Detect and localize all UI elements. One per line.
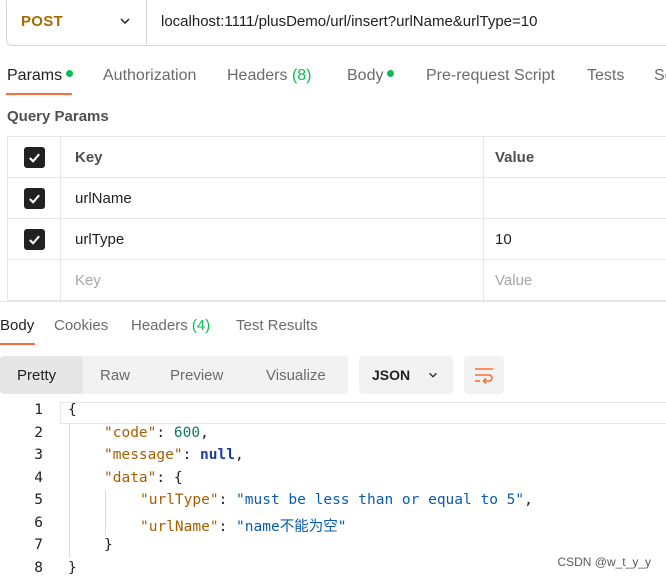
tab-authorization[interactable]: Authorization <box>103 67 196 85</box>
new-value-input[interactable]: Value <box>484 260 666 300</box>
wrap-lines-icon <box>475 368 493 384</box>
panel-divider[interactable] <box>0 301 666 302</box>
code-line: 2 "code": 600, <box>0 423 666 446</box>
check-icon <box>28 153 40 163</box>
response-body-code[interactable]: 1{ 2 "code": 600, 3 "message": null, 4 "dat… <box>0 400 666 578</box>
view-mode-toolbar: Pretty Raw Preview Visualize <box>0 356 348 394</box>
select-all-cell <box>7 137 61 177</box>
watermark: CSDN @w_t_y_y <box>557 555 651 569</box>
view-pretty-button[interactable]: Pretty <box>0 356 83 394</box>
tab-body-label: Body <box>347 67 384 84</box>
table-row: urlName <box>7 178 666 219</box>
select-all-checkbox[interactable] <box>23 146 45 168</box>
line-number: 5 <box>34 492 43 508</box>
row-check-cell <box>7 219 61 259</box>
table-row-new: Key Value <box>7 260 666 301</box>
view-preview-button[interactable]: Preview <box>170 356 223 394</box>
code-line: 1{ <box>0 400 666 423</box>
tab-params-label: Params <box>7 67 63 84</box>
response-tab-cookies[interactable]: Cookies <box>54 317 108 334</box>
param-key-cell[interactable]: urlType <box>61 219 484 259</box>
column-header-value: Value <box>495 148 535 166</box>
headers-count: (8) <box>291 67 312 84</box>
tab-headers[interactable]: Headers (8) <box>227 67 312 85</box>
response-headers-label: Headers <box>131 317 188 334</box>
chevron-down-icon <box>120 18 130 25</box>
tab-settings[interactable]: Se <box>654 67 666 85</box>
column-header-key: Key <box>61 137 484 177</box>
line-number: 7 <box>34 537 43 553</box>
chevron-down-icon <box>429 372 437 378</box>
line-number: 3 <box>34 447 43 463</box>
query-params-title: Query Params <box>7 108 109 125</box>
check-icon <box>28 194 40 204</box>
code-line: 5 "urlType": "must be less than or equal … <box>0 490 666 513</box>
line-number: 2 <box>34 424 43 441</box>
params-indicator-dot <box>66 70 74 78</box>
view-raw-button[interactable]: Raw <box>100 356 130 394</box>
format-label: JSON <box>372 367 411 383</box>
tab-pre-request-script[interactable]: Pre-request Script <box>426 67 555 85</box>
wrap-lines-button[interactable] <box>464 356 504 394</box>
tab-body[interactable]: Body <box>347 67 395 85</box>
row-check-cell <box>7 178 61 218</box>
param-value-cell[interactable]: 10 <box>484 219 666 259</box>
response-tab-test-results[interactable]: Test Results <box>236 317 318 334</box>
param-value-cell[interactable] <box>484 178 666 218</box>
method-label: POST <box>21 12 64 30</box>
line-number: 1 <box>34 402 43 418</box>
table-row: urlType 10 <box>7 219 666 260</box>
table-header-row: Key Value <box>7 137 666 178</box>
tab-params[interactable]: Params <box>7 67 74 85</box>
url-input[interactable] <box>147 12 666 30</box>
response-tab-headers[interactable]: Headers (4) <box>131 317 210 334</box>
row-checkbox[interactable] <box>23 187 45 209</box>
row-check-cell <box>7 260 61 300</box>
method-select[interactable]: POST <box>7 0 147 45</box>
line-number: 8 <box>34 559 43 576</box>
view-visualize-button[interactable]: Visualize <box>266 356 326 394</box>
body-indicator-dot <box>387 70 395 78</box>
code-line: 6 "urlName": "name不能为空" <box>0 513 666 536</box>
code-line: 3 "message": null, <box>0 445 666 468</box>
response-tab-body[interactable]: Body <box>0 317 34 334</box>
tab-headers-label: Headers <box>227 67 288 84</box>
response-headers-count: (4) <box>191 317 211 334</box>
new-key-input[interactable]: Key <box>61 260 484 300</box>
param-key-cell[interactable]: urlName <box>61 178 484 218</box>
response-tab-underline <box>0 343 35 345</box>
line-number: 4 <box>34 469 43 486</box>
format-select[interactable]: JSON <box>359 356 453 394</box>
row-checkbox[interactable] <box>23 228 45 250</box>
request-url-bar: POST <box>6 0 666 46</box>
line-number: 6 <box>34 514 43 531</box>
check-icon <box>28 235 40 245</box>
query-params-table: Key Value urlName urlType 10 Key Value <box>7 136 666 301</box>
active-tab-underline <box>6 93 72 95</box>
code-line: 4 "data": { <box>0 468 666 491</box>
tab-tests[interactable]: Tests <box>587 67 624 85</box>
